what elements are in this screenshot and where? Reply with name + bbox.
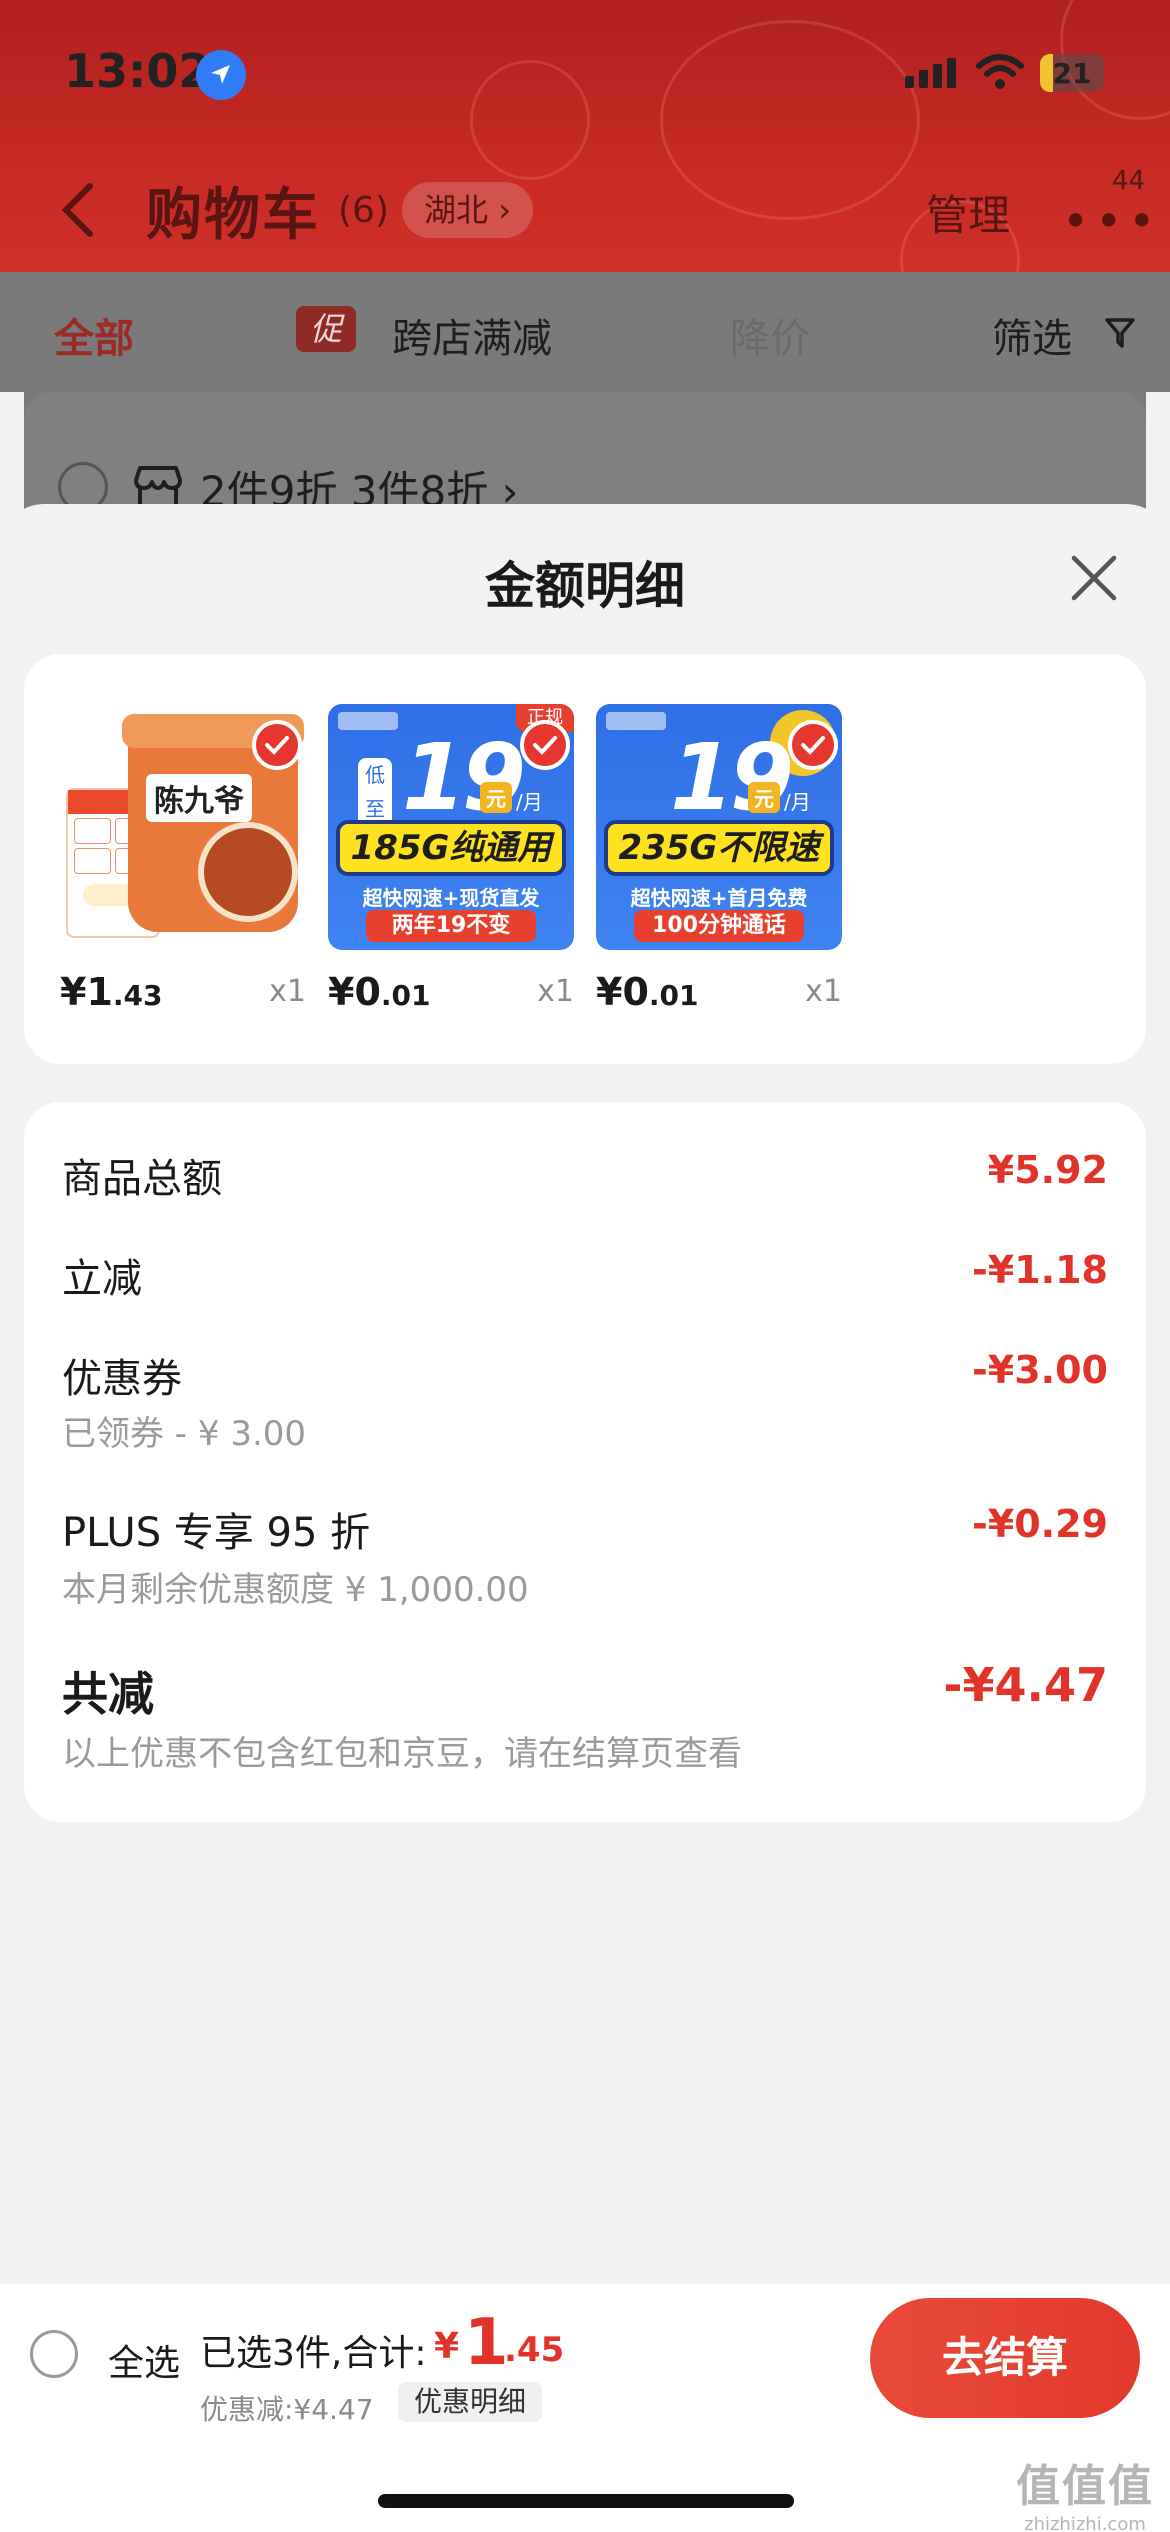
status-time: 13:02 (64, 44, 211, 98)
plan-subtitle: 超快网速+首月免费 (630, 886, 808, 910)
plan-subtitle: 超快网速+现货直发 (362, 886, 540, 910)
nav-bar: 购物车 (6) 湖北 › 管理 ••• 44 (0, 160, 1170, 260)
promo-badge: 促 (296, 306, 356, 352)
total-discount-value: -¥4.47 (943, 1658, 1108, 1712)
back-chevron-icon[interactable] (58, 180, 98, 244)
plan-period: /月 (784, 790, 811, 814)
price-int: ¥0 (328, 970, 381, 1014)
china-mobile-logo-icon (338, 712, 398, 730)
product-quantity: x1 (537, 974, 574, 1009)
cellular-signal-icon (905, 58, 956, 88)
coupon-label: 优惠券 (62, 1356, 182, 1402)
sheet-title: 金额明细 (485, 557, 685, 615)
total-discount-note: 以上优惠不包含红包和京豆，请在结算页查看 (62, 1734, 742, 1774)
page-title: 购物车 (146, 183, 320, 248)
select-all-radio[interactable] (30, 2330, 78, 2378)
message-badge: 44 (1112, 166, 1146, 196)
price-int: ¥0 (596, 970, 649, 1014)
tab-cross-store-discount[interactable]: 跨店满减 (392, 306, 552, 364)
watermark: 值值值 zhizhizhi.com (1010, 2450, 1160, 2532)
total-currency: ¥ (434, 2326, 460, 2367)
checked-icon (788, 720, 838, 770)
product-list: ★ 陈九爷 ¥1.43 x1 正规 低至 (24, 654, 1146, 1064)
plan-data-banner: 185G纯通用 (336, 820, 566, 876)
total-discount-label: 共减 (62, 1667, 154, 1721)
price-decimal: .01 (648, 979, 699, 1012)
filter-button[interactable]: 筛选 (992, 306, 1072, 364)
chevron-right-icon: › (498, 191, 511, 229)
discount-detail-button[interactable]: 优惠明细 (398, 2382, 543, 2422)
product-price: ¥0.01 (328, 970, 431, 1014)
checked-icon (252, 720, 302, 770)
product-brand-label: 陈九爷 (146, 774, 252, 822)
discount-summary: 优惠减:¥4.47 (200, 2393, 374, 2426)
coupon-value: -¥3.00 (972, 1348, 1108, 1392)
plan-pill: 100分钟通话 (634, 910, 804, 942)
price-decimal: .43 (112, 979, 163, 1012)
checked-icon (520, 720, 570, 770)
battery-level: 21 (1052, 57, 1092, 90)
manage-button[interactable]: 管理 (926, 182, 1010, 243)
amount-breakdown: 商品总额 ¥5.92 立减 -¥1.18 优惠券 -¥3.00 已领券 - ¥ … (24, 1102, 1146, 1822)
plus-discount-label: PLUS 专享 95 折 (62, 1510, 371, 1556)
coupon-detail: 已领券 - ¥ 3.00 (62, 1414, 307, 1454)
location-icon (196, 50, 246, 100)
plan-price: 19 (402, 724, 526, 831)
selection-summary: 已选3件,合计: (200, 2333, 427, 2374)
region-label: 湖北 (424, 191, 489, 229)
filter-funnel-icon[interactable] (1104, 316, 1136, 354)
status-bar: 13:02 21 (0, 0, 1170, 150)
plan-unit: 元 (748, 782, 780, 813)
total-amount-decimal: .45 (504, 2330, 565, 2370)
close-icon[interactable] (1066, 550, 1122, 606)
wifi-icon (975, 52, 1025, 96)
instant-discount-label: 立减 (62, 1256, 142, 1302)
total-amount-integer: 1 (464, 2306, 509, 2380)
checkout-bar: 全选 已选3件,合计: ¥ 1 .45 优惠减:¥4.47 优惠明细 去结算 (0, 2284, 1170, 2434)
more-icon[interactable]: ••• (1062, 194, 1161, 248)
tab-price-drop[interactable]: 降价 (730, 306, 810, 364)
plus-quota-detail: 本月剩余优惠额度 ¥ 1,000.00 (62, 1570, 529, 1610)
plan-pill: 两年19不变 (366, 910, 536, 942)
product-quantity: x1 (805, 974, 842, 1009)
amount-detail-sheet: 金额明细 ★ 陈九爷 ¥1.43 (0, 504, 1170, 2284)
plan-price: 19 (670, 724, 794, 831)
goods-total-value: ¥5.92 (987, 1148, 1108, 1192)
filter-bar: 全部 促 跨店满减 降价 筛选 (0, 272, 1170, 392)
watermark-url: zhizhizhi.com (1024, 2514, 1146, 2532)
watermark-logo: 值值值 (1016, 2461, 1154, 2512)
tab-all[interactable]: 全部 (54, 306, 134, 364)
cart-count: (6) (338, 190, 389, 231)
price-int: ¥1 (60, 970, 113, 1014)
plan-unit: 元 (480, 782, 512, 813)
product-price: ¥1.43 (60, 970, 163, 1014)
product-price: ¥0.01 (596, 970, 699, 1014)
plan-period: /月 (516, 790, 543, 814)
battery-icon: 21 (1040, 54, 1104, 92)
plus-discount-value: -¥0.29 (972, 1502, 1108, 1546)
cart-header: 13:02 21 购物车 (6) 湖北 › 管理 ••• 44 (0, 0, 1170, 272)
price-decimal: .01 (380, 979, 431, 1012)
select-all-label[interactable]: 全选 (108, 2334, 180, 2386)
region-selector[interactable]: 湖北 › (402, 182, 533, 238)
checkout-button[interactable]: 去结算 (870, 2298, 1140, 2418)
china-telecom-logo-icon (606, 712, 666, 730)
home-indicator[interactable] (378, 2494, 794, 2508)
product-quantity: x1 (269, 974, 306, 1009)
goods-total-label: 商品总额 (62, 1156, 222, 1202)
plan-data-banner: 235G不限速 (604, 820, 834, 876)
home-indicator-area (0, 2434, 1170, 2532)
instant-discount-value: -¥1.18 (972, 1248, 1108, 1292)
